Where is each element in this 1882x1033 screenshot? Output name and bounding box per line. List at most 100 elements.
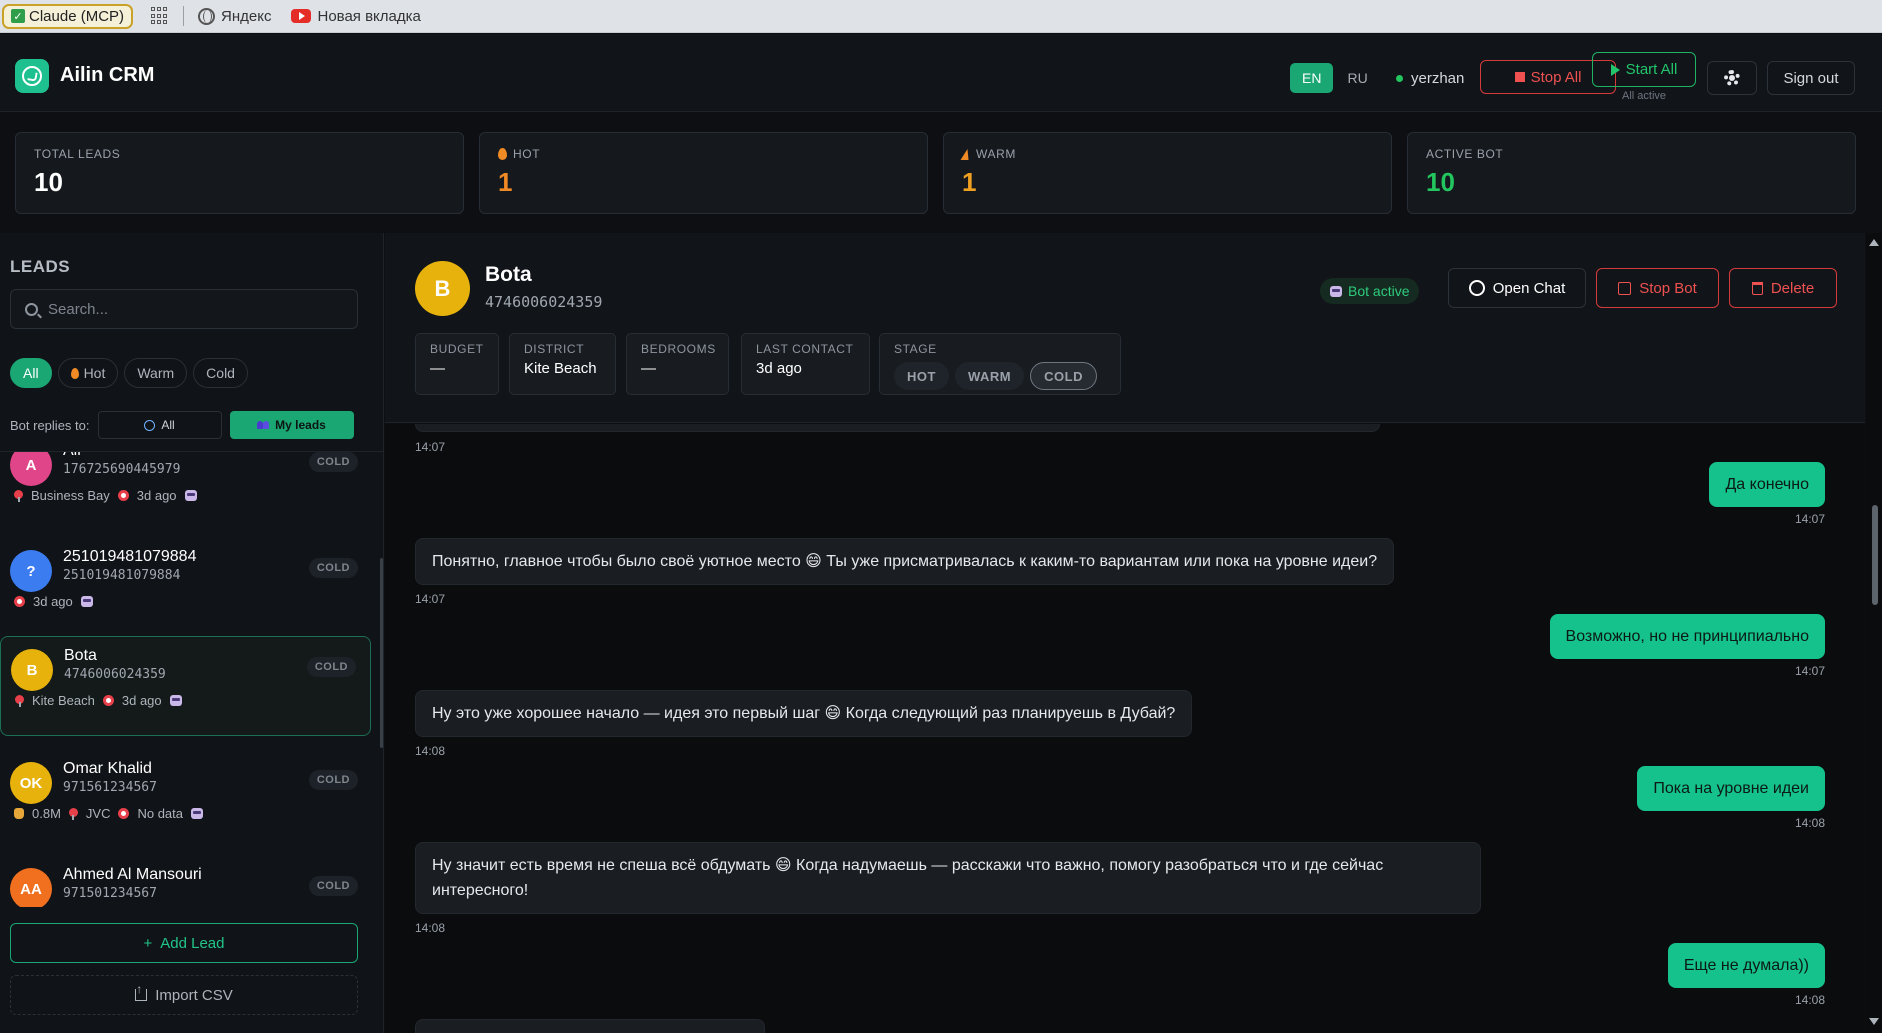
alarm-clock-icon [14, 596, 25, 607]
sidebar-title: LEADS [10, 257, 71, 276]
lead-phone: 251019481079884 [63, 568, 181, 583]
location-pin-icon [14, 489, 23, 502]
filter-all[interactable]: All [10, 358, 52, 388]
lead-phone: 176725690445979 [63, 462, 181, 477]
bookmark-claude[interactable]: ✓ Claude (MCP) [2, 3, 134, 29]
avatar: B [11, 649, 53, 691]
filter-label: Hot [83, 365, 106, 381]
avatar: OK [10, 762, 52, 804]
field-value: — [641, 360, 656, 377]
username: yerzhan [1411, 70, 1465, 87]
apps-grid-icon[interactable] [151, 7, 169, 25]
lead-district: Kite Beach [32, 693, 95, 708]
lead-name: 251019481079884 [63, 548, 197, 565]
lead-item[interactable]: AA Ahmed Al Mansouri 971501234567 COLD [0, 856, 372, 907]
app-header: Ailin CRM EN RU yerzhan Stop All Start A… [0, 34, 1882, 112]
robot-icon [80, 596, 93, 607]
stat-hot: HOT 1 [479, 132, 928, 214]
lead-item-selected[interactable]: B Bota 4746006024359 Kite Beach 3d ago C… [0, 636, 371, 736]
filter-warm[interactable]: Warm [124, 358, 188, 388]
alarm-clock-icon [102, 695, 114, 706]
filter-cold[interactable]: Cold [193, 358, 248, 388]
money-bag-icon [14, 808, 24, 819]
search-input[interactable] [48, 300, 328, 318]
lead-phone: 4746006024359 [64, 667, 166, 682]
lead-item[interactable]: ? 251019481079884 251019481079884 3d ago… [0, 538, 372, 638]
lang-ru-button[interactable]: RU [1335, 63, 1379, 93]
detail-header: B Bota 4746006024359 Bot active Open Cha… [385, 233, 1865, 423]
scrollbar-thumb[interactable] [1872, 505, 1878, 605]
stage-filters: All Hot Warm Cold [10, 358, 248, 388]
bookmark-yandex[interactable]: Яндекс [198, 7, 271, 25]
lead-item[interactable]: OK Omar Khalid 971561234567 0.8M JVC No … [0, 750, 372, 850]
reply-my-leads-button[interactable]: My leads [229, 411, 354, 439]
scroll-up-icon[interactable] [1869, 239, 1879, 246]
stage-warm-button[interactable]: WARM [954, 362, 1025, 390]
bot-status-label: Bot active [1348, 283, 1410, 299]
avatar: ? [10, 550, 52, 592]
stage-selector: HOT WARM COLD [894, 362, 1106, 390]
start-all-button[interactable]: Start All [1592, 52, 1696, 87]
plus-icon: + [143, 934, 153, 952]
field-label: DISTRICT [524, 342, 585, 356]
lead-last-contact: 3d ago [136, 488, 177, 503]
open-chat-button[interactable]: Open Chat [1448, 268, 1586, 308]
bookmark-label: Новая вкладка [317, 7, 421, 25]
alarm-clock-icon [118, 808, 130, 819]
trash-icon [1751, 281, 1763, 295]
chat-message-outgoing: Еще не думала)) [1667, 943, 1825, 988]
lead-phone: 4746006024359 [485, 293, 603, 311]
start-all-status: All active [1621, 90, 1667, 102]
sign-out-button[interactable]: Sign out [1767, 61, 1855, 95]
stage-badge: COLD [308, 876, 358, 896]
bookmark-new-tab[interactable]: Новая вкладка [291, 7, 421, 25]
sidebar-scrollbar[interactable] [380, 558, 383, 748]
stop-bot-button[interactable]: Stop Bot [1596, 268, 1719, 308]
settings-button[interactable] [1707, 61, 1757, 95]
chat-message-outgoing: Да конечно [1709, 462, 1825, 507]
import-csv-button[interactable]: Import CSV [10, 975, 358, 1015]
stat-value: 10 [34, 167, 63, 197]
stat-total-leads: TOTAL LEADS 10 [15, 132, 464, 214]
bot-replies-setting: Bot replies to: All My leads [10, 411, 354, 439]
lead-item[interactable]: A Ali 176725690445979 Business Bay 3d ag… [0, 452, 372, 532]
bookmarks-bar: ✓ Claude (MCP) Яндекс Новая вкладка [0, 0, 1882, 33]
search-icon [25, 302, 38, 316]
stage-badge: COLD [308, 770, 358, 790]
chat-thread: 14:07 Да конечно 14:07 Понятно, главное … [385, 424, 1865, 1033]
reply-mine-label: My leads [275, 418, 326, 432]
search-box [10, 289, 358, 329]
lead-last-contact: 3d ago [33, 594, 73, 609]
lead-last-contact: No data [137, 806, 184, 821]
field-stage: STAGE HOT WARM COLD [879, 333, 1121, 395]
avatar: A [10, 452, 52, 486]
message-time: 14:07 [415, 440, 446, 454]
chat-message-outgoing: Возможно, но не принципиально [1549, 614, 1825, 659]
open-chat-label: Open Chat [1492, 279, 1566, 297]
robot-icon [1330, 285, 1342, 297]
lead-list: A Ali 176725690445979 Business Bay 3d ag… [0, 452, 384, 907]
message-time: 14:08 [415, 744, 446, 758]
app-title: Ailin CRM [60, 64, 155, 86]
add-lead-button[interactable]: + Add Lead [10, 923, 358, 963]
lang-en-button[interactable]: EN [1290, 63, 1334, 93]
stage-cold-button[interactable]: COLD [1030, 362, 1097, 390]
stat-value: 1 [498, 167, 513, 197]
stat-label: WARM [976, 147, 1016, 161]
globe-icon [198, 7, 216, 25]
chat-message-incoming [415, 424, 1380, 432]
reply-all-button[interactable]: All [97, 411, 222, 439]
lead-name: Bota [485, 263, 532, 286]
stage-hot-button[interactable]: HOT [894, 362, 949, 390]
alarm-clock-icon [117, 490, 129, 501]
stat-value: 1 [962, 167, 977, 197]
delete-label: Delete [1770, 279, 1815, 297]
upload-icon [135, 982, 148, 1001]
field-label: BUDGET [430, 342, 484, 356]
bookmark-label: Claude (MCP) [29, 7, 125, 25]
chat-scrollbar[interactable] [1866, 233, 1882, 1033]
scroll-down-icon[interactable] [1869, 1018, 1879, 1025]
filter-hot[interactable]: Hot [57, 358, 119, 388]
delete-button[interactable]: Delete [1729, 268, 1837, 308]
lead-district: JVC [85, 806, 111, 821]
